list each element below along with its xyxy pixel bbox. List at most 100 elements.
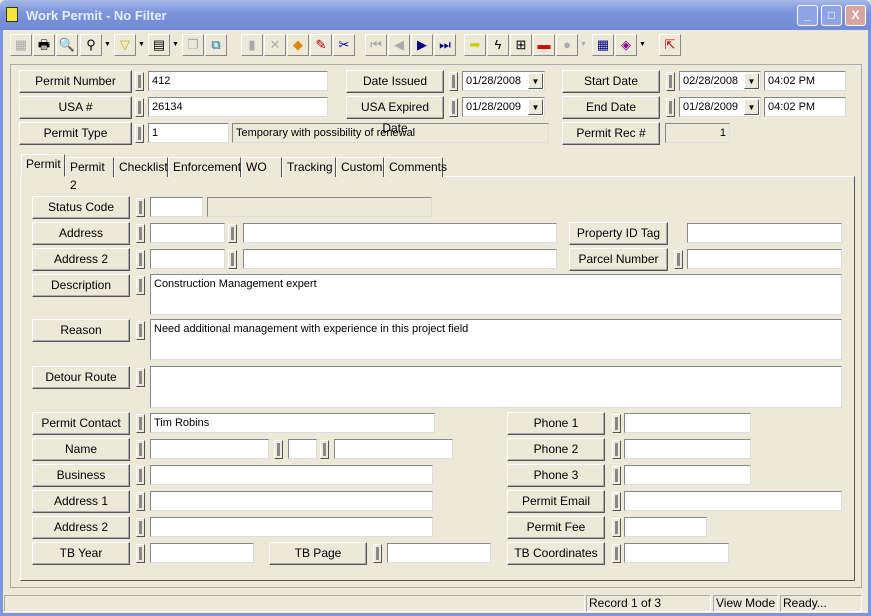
first-name-input[interactable] (150, 439, 269, 459)
start-date-button[interactable]: Start Date (562, 70, 660, 93)
phone-3-input[interactable] (624, 465, 751, 485)
tab-permit-2[interactable]: Permit 2 (65, 157, 114, 192)
tb-coordinates-button[interactable]: TB Coordinates (507, 542, 605, 565)
usa-input[interactable]: 26134 (148, 97, 328, 117)
address-button[interactable]: Address (32, 222, 130, 245)
report-icon[interactable]: ▤ (148, 34, 170, 56)
close-button[interactable]: X (845, 5, 866, 26)
parcel-number-input[interactable] (687, 249, 842, 269)
start-time-input[interactable]: 04:02 PM (764, 71, 846, 91)
find-dropdown[interactable]: ▼ (103, 34, 112, 56)
go-icon[interactable]: ➡ (464, 34, 486, 56)
find-icon[interactable]: ⚲ (80, 34, 102, 56)
property-id-tag-button[interactable]: Property ID Tag (569, 222, 668, 245)
contact-address-1-input[interactable] (150, 491, 433, 511)
property-id-tag-input[interactable] (687, 223, 842, 243)
permit-rec-button[interactable]: Permit Rec # (562, 122, 660, 145)
contact-address-2-button[interactable]: Address 2 (32, 516, 130, 539)
contact-address-2-input[interactable] (150, 517, 433, 537)
detour-route-textarea[interactable] (150, 366, 842, 408)
prev-icon[interactable]: ◀ (388, 34, 410, 56)
minimize-button[interactable]: _ (797, 5, 818, 26)
delete-icon[interactable]: ✕ (264, 34, 286, 56)
address-number-input[interactable] (150, 223, 225, 243)
description-textarea[interactable]: Construction Management expert (150, 274, 842, 315)
contact-address-1-button[interactable]: Address 1 (32, 490, 130, 513)
chevron-down-icon[interactable]: ▼ (528, 99, 543, 115)
phone-1-input[interactable] (624, 413, 751, 433)
edit-icon[interactable]: ✎ (310, 34, 332, 56)
permit-number-input[interactable]: 412 (148, 71, 328, 91)
business-button[interactable]: Business (32, 464, 130, 487)
tb-year-input[interactable] (150, 543, 254, 563)
permit-type-button[interactable]: Permit Type (19, 122, 132, 145)
tree-icon[interactable]: ⊞ (510, 34, 532, 56)
copy-icon[interactable]: ❐ (182, 34, 204, 56)
tb-page-input[interactable] (387, 543, 491, 563)
chevron-down-icon[interactable]: ▼ (528, 73, 543, 89)
save-icon[interactable]: ▮ (241, 34, 263, 56)
stack-icon[interactable]: ◆ (287, 34, 309, 56)
start-date-picker[interactable]: 02/28/2008 ▼ (679, 71, 761, 91)
middle-initial-input[interactable] (288, 439, 317, 459)
tb-coordinates-input[interactable] (624, 543, 729, 563)
tab-permit[interactable]: Permit (21, 154, 65, 177)
permit-fee-input[interactable] (624, 517, 707, 537)
detour-route-button[interactable]: Detour Route (32, 366, 130, 389)
usa-expired-date-picker[interactable]: 01/28/2009 ▼ (462, 97, 545, 117)
export-icon[interactable]: ⧉ (205, 34, 227, 56)
end-date-button[interactable]: End Date (562, 96, 660, 119)
globe-icon[interactable]: ● (556, 34, 578, 56)
permit-fee-button[interactable]: Permit Fee (507, 516, 605, 539)
date-issued-button[interactable]: Date Issued (346, 70, 444, 93)
tab-checklist[interactable]: Checklist (114, 157, 168, 177)
permit-contact-button[interactable]: Permit Contact (32, 412, 130, 435)
phone-2-button[interactable]: Phone 2 (507, 438, 605, 461)
end-time-input[interactable]: 04:02 PM (764, 97, 846, 117)
filter-dropdown[interactable]: ▼ (137, 34, 146, 56)
grid-icon[interactable]: ▦ (10, 34, 32, 56)
permit-email-button[interactable]: Permit Email (507, 490, 605, 513)
filter-icon[interactable]: ▽ (114, 34, 136, 56)
last-name-input[interactable] (334, 439, 453, 459)
tab-wo[interactable]: WO (241, 157, 282, 177)
tb-year-button[interactable]: TB Year (32, 542, 130, 565)
chevron-down-icon[interactable]: ▼ (744, 99, 759, 115)
address-2-button[interactable]: Address 2 (32, 248, 130, 271)
business-input[interactable] (150, 465, 433, 485)
phone-3-button[interactable]: Phone 3 (507, 464, 605, 487)
usa-expired-date-button[interactable]: USA Expired Date (346, 96, 444, 135)
globe-dropdown[interactable]: ▼ (579, 34, 588, 56)
reason-textarea[interactable]: Need additional management with experien… (150, 319, 842, 360)
end-date-picker[interactable]: 01/28/2009 ▼ (679, 97, 761, 117)
name-button[interactable]: Name (32, 438, 130, 461)
permit-email-input[interactable] (624, 491, 842, 511)
reason-button[interactable]: Reason (32, 319, 130, 342)
phone-2-input[interactable] (624, 439, 751, 459)
preview-icon[interactable]: 🔍 (56, 34, 78, 56)
tab-custom[interactable]: Custom (336, 157, 384, 177)
last-icon[interactable]: ⏭ (434, 34, 456, 56)
status-code-input[interactable] (150, 197, 203, 217)
chevron-down-icon[interactable]: ▼ (744, 73, 759, 89)
permit-type-input[interactable]: 1 (148, 123, 229, 143)
status-code-button[interactable]: Status Code (32, 196, 130, 219)
address-street-input[interactable] (243, 223, 557, 243)
phone-1-button[interactable]: Phone 1 (507, 412, 605, 435)
cut-icon[interactable]: ✂ (333, 34, 355, 56)
exit-icon[interactable]: ⇱ (659, 34, 681, 56)
book-dropdown[interactable]: ▼ (638, 34, 647, 56)
calculator-icon[interactable]: ▦ (592, 34, 614, 56)
permit-contact-input[interactable]: Tim Robins (150, 413, 435, 433)
maximize-button[interactable]: □ (821, 5, 842, 26)
description-button[interactable]: Description (32, 274, 130, 297)
next-icon[interactable]: ▶ (411, 34, 433, 56)
permit-number-button[interactable]: Permit Number (19, 70, 132, 93)
usa-button[interactable]: USA # (19, 96, 132, 119)
tab-enforcement[interactable]: Enforcement (168, 157, 241, 177)
tab-tracking[interactable]: Tracking (282, 157, 336, 177)
tb-page-button[interactable]: TB Page (269, 542, 367, 565)
date-issued-picker[interactable]: 01/28/2008 ▼ (462, 71, 545, 91)
address-2-number-input[interactable] (150, 249, 225, 269)
print-icon[interactable]: 🖶 (33, 34, 55, 56)
